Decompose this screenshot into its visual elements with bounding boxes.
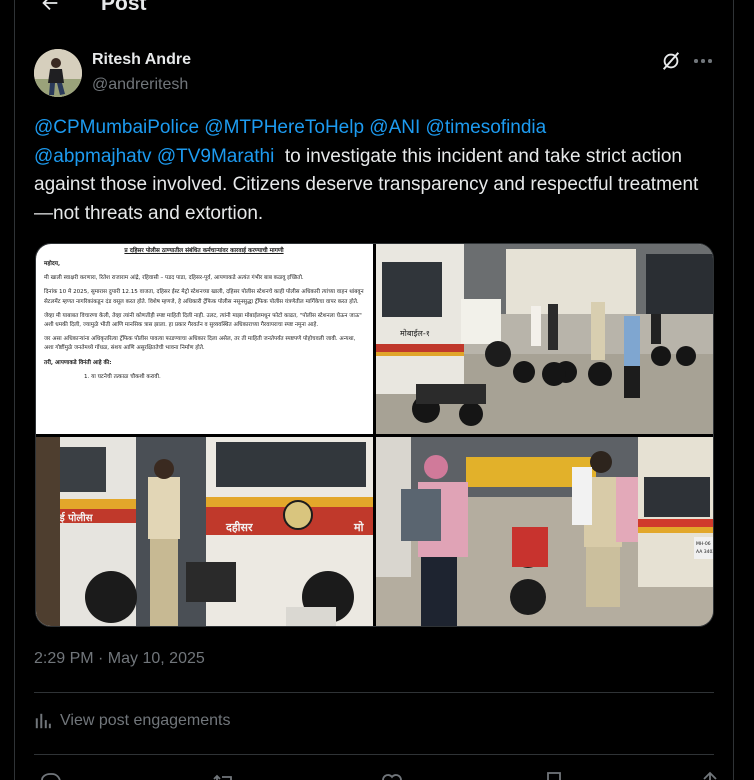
view-engagements-link[interactable]: View post engagements [34, 712, 230, 730]
van-scene: मुंबई पोलीस दहीसर मो [36, 437, 373, 626]
mention-link[interactable]: @MTPHereToHelp [204, 117, 364, 138]
post-timestamp[interactable]: 2:29 PM · May 10, 2025 [34, 650, 205, 668]
back-button[interactable] [33, 0, 67, 20]
street-scene: मोबाईल-१ [376, 244, 713, 434]
truck-badge: AA 3403 [696, 549, 714, 555]
bike-scene: MH-06 AA 3403 [376, 437, 714, 626]
document-line: मी खाली स्वाक्षरी करणारा, रितेश राजाराम … [44, 275, 304, 282]
media-photo-bike[interactable]: MH-06 AA 3403 [376, 437, 714, 626]
top-bar: Post [15, 0, 733, 36]
analytics-icon [35, 713, 51, 729]
bookmark-icon [547, 772, 561, 780]
page-title: Post [101, 0, 147, 15]
document-body: महोदय, मी खाली स्वाक्षरी करणारा, रितेश र… [44, 260, 364, 382]
media-photo-document[interactable]: प्र दहिसर पोलीस ठाण्यातील संबंधित कर्मचा… [36, 244, 373, 434]
reply-button[interactable] [38, 770, 62, 780]
document-line: दिनांक 10 मे 2025, सुमारास दुपारी 12.15 … [44, 289, 364, 305]
like-icon [382, 774, 402, 780]
document-line: तरी, आपणाकडे विनंती आहे की: [44, 359, 112, 366]
bookmark-button[interactable] [542, 770, 566, 780]
mention-link[interactable]: @ANI [369, 117, 420, 138]
document-heading: प्र दहिसर पोलीस ठाण्यातील संबंधित कर्मचा… [124, 248, 284, 254]
document-line: 1. या घटनेची तत्काळ चौकशी करावी. [84, 373, 161, 380]
action-bar [34, 770, 717, 780]
van-label: मोबाईल-१ [400, 328, 430, 338]
author-handle[interactable]: @andreritesh [92, 76, 188, 94]
grok-icon [662, 52, 680, 70]
reply-icon [41, 773, 61, 780]
avatar-photo [34, 49, 82, 97]
mention-link[interactable]: @timesofindia [426, 117, 547, 138]
mention-link[interactable]: @CPMumbaiPolice [34, 117, 199, 138]
document-line: महोदय, [44, 261, 61, 267]
author-name[interactable]: Ritesh Andre [92, 51, 191, 69]
divider [34, 692, 714, 693]
share-icon [703, 771, 717, 780]
more-icon [694, 59, 712, 63]
document-line: जेव्हा मी याबाबत विचारणा केली, तेव्हा त्… [44, 312, 362, 329]
repost-icon [213, 774, 232, 780]
engagements-label: View post engagements [60, 712, 231, 729]
avatar[interactable] [34, 49, 82, 97]
van-label: दहीसर [225, 520, 253, 534]
document-line: जर असा अधिकाऱ्यांना अधिकृतरित्या ट्रॅफिक… [44, 336, 356, 352]
post-column: Post Ritesh Andre @andreritesh @CPMumbai… [14, 0, 734, 780]
media-photo-van[interactable]: मुंबई पोलीस दहीसर मो [36, 437, 373, 626]
share-button[interactable] [698, 770, 722, 780]
mention-link[interactable]: @abpmajhatv [34, 146, 152, 167]
like-button[interactable] [380, 770, 404, 780]
truck-badge: MH-06 [696, 541, 711, 547]
mention-link[interactable]: @TV9Marathi [157, 146, 275, 167]
repost-button[interactable] [212, 770, 236, 780]
grok-button[interactable] [660, 50, 682, 72]
arrow-left-icon [42, 0, 58, 11]
media-photo-street[interactable]: मोबाईल-१ [376, 244, 713, 434]
van-label: मो [353, 520, 365, 534]
post-text: @CPMumbaiPolice @MTPHereToHelp @ANI @tim… [34, 114, 704, 228]
media-grid: प्र दहिसर पोलीस ठाण्यातील संबंधित कर्मचा… [35, 243, 714, 627]
more-button[interactable] [691, 50, 715, 72]
divider [34, 754, 714, 755]
